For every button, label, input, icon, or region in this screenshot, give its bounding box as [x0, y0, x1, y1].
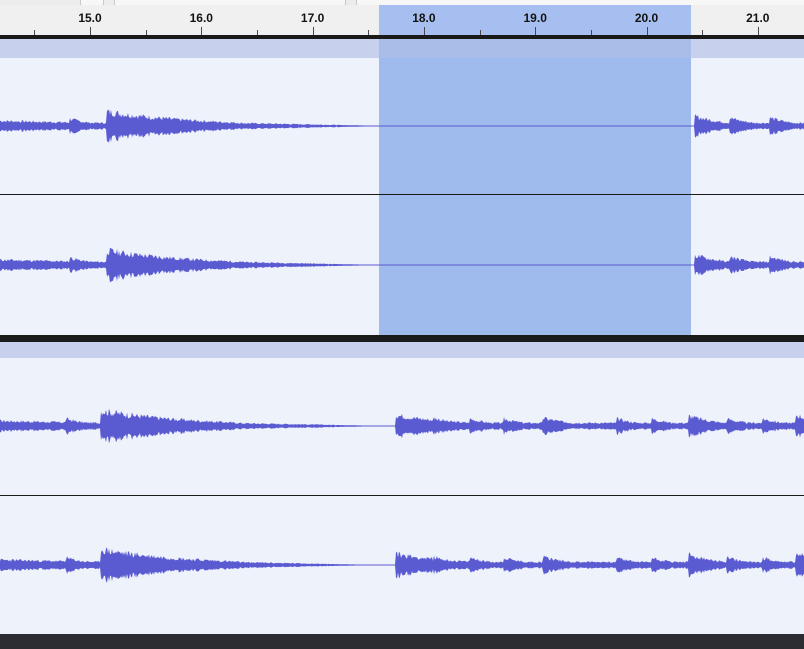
track-2-clip-header[interactable]	[0, 342, 804, 358]
ruler-tick	[424, 27, 425, 35]
track-2-clip[interactable]	[0, 358, 804, 634]
timeline-ruler[interactable]: 15.0 16.0 17.0 18.0 19.0 20.0 21.0	[0, 5, 804, 35]
ruler-label: 18.0	[412, 11, 436, 25]
ruler-label: 19.0	[523, 11, 547, 25]
track-1-clip-header[interactable]	[0, 39, 804, 58]
ruler-tick	[535, 27, 536, 35]
ruler-tick	[90, 27, 91, 35]
clip-header-selection	[379, 39, 691, 58]
track-2-left-channel-waveform	[0, 408, 804, 444]
track-1-left-channel-waveform	[0, 109, 804, 143]
ruler-tick	[201, 27, 202, 35]
track-2-top-border	[0, 335, 804, 342]
status-bar	[0, 634, 804, 649]
track-1-right-channel-waveform	[0, 247, 804, 283]
audio-editor-view: 15.0 16.0 17.0 18.0 19.0 20.0 21.0	[0, 0, 804, 649]
ruler-label: 17.0	[300, 11, 325, 25]
ruler-tick	[647, 27, 648, 35]
ruler-label: 21.0	[746, 11, 770, 25]
ruler-label: 20.0	[634, 11, 659, 25]
track-2-right-channel-waveform	[0, 547, 804, 583]
track-1-clip[interactable]	[0, 58, 804, 335]
ruler-tick	[313, 27, 314, 35]
ruler-tick	[758, 27, 759, 35]
ruler-label: 15.0	[78, 11, 102, 25]
ruler-label: 16.0	[189, 11, 213, 25]
